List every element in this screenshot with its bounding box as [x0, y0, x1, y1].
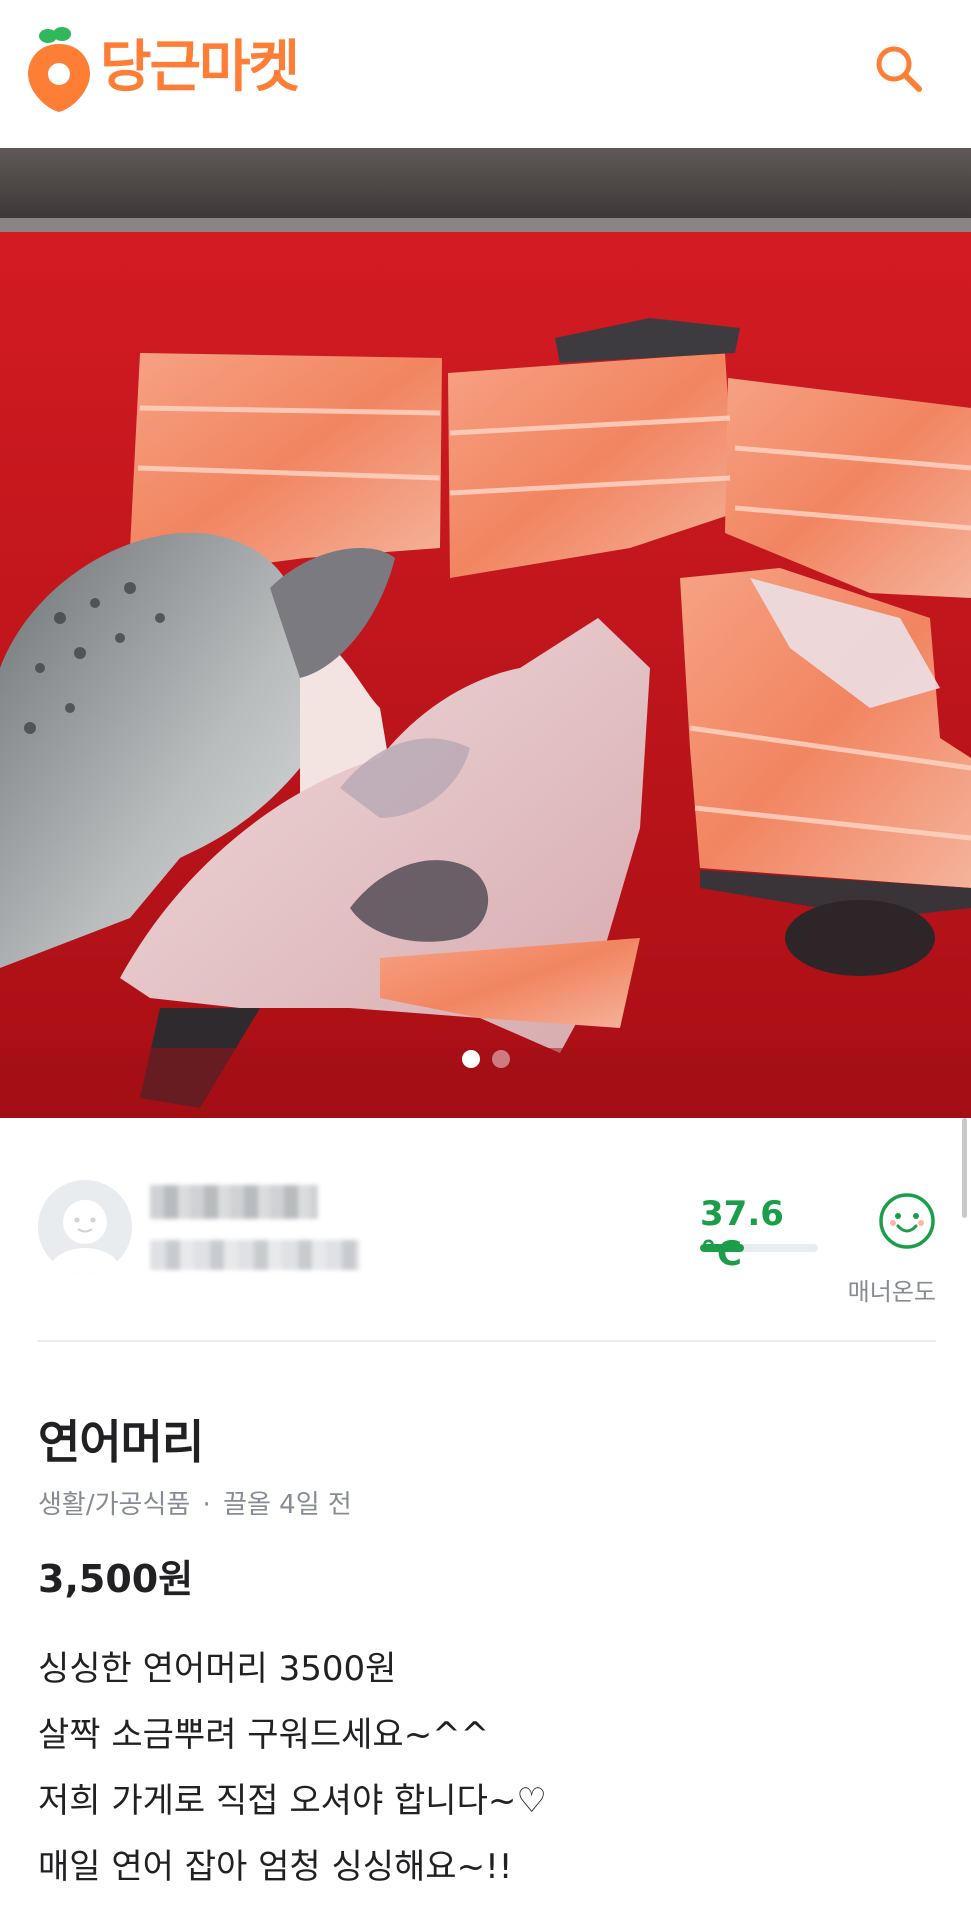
seller-region-blurred	[150, 1240, 360, 1270]
description-line: 매일 연어 잡아 엄청 싱싱해요~!!	[38, 1847, 513, 1887]
article-bumped-time: 끌올 4일 전	[223, 1490, 352, 1520]
brand-logo[interactable]: 당근마켓	[26, 24, 300, 112]
avatar[interactable]	[38, 1180, 132, 1274]
default-profile-icon	[38, 1180, 132, 1274]
manner-temperature-bar	[700, 1244, 818, 1252]
article-description: 싱싱한 연어머리 3500원 살짝 소금뿌려 구워드세요~^^ 저희 가게로 직…	[38, 1636, 936, 1900]
search-icon	[876, 46, 922, 92]
article-category[interactable]: 생활/가공식품	[38, 1490, 190, 1520]
product-photo	[0, 148, 971, 1118]
carousel-dot-1[interactable]	[461, 1050, 480, 1068]
description-line: 저희 가게로 직접 오셔야 합니다~♡	[38, 1781, 547, 1821]
scrollbar[interactable]	[962, 1118, 967, 1218]
article-meta: 생활/가공식품 · 끌올 4일 전	[38, 1484, 352, 1521]
article-title: 연어머리	[38, 1415, 204, 1469]
manner-temperature-fill	[700, 1244, 745, 1252]
manner-temperature-label: 매너온도	[847, 1278, 936, 1306]
carousel-pagination	[0, 1050, 971, 1068]
article-price: 3,500원	[38, 1557, 194, 1601]
carrot-logo-icon	[28, 27, 90, 112]
manner-temperature: 37.6 °C	[700, 1194, 784, 1274]
section-divider	[38, 1340, 936, 1342]
product-photo-carousel[interactable]	[0, 148, 971, 1118]
app-header: 당근마켓	[0, 0, 971, 148]
meta-separator: ·	[202, 1490, 211, 1520]
description-line: 살짝 소금뿌려 구워드세요~^^	[38, 1715, 490, 1755]
description-line: 싱싱한 연어머리 3500원	[38, 1649, 397, 1689]
seller-nickname-blurred	[150, 1185, 318, 1219]
seller-profile[interactable]: 37.6 °C 매너온도	[38, 1180, 936, 1310]
smiley-face-icon	[879, 1193, 935, 1249]
search-button[interactable]	[868, 38, 930, 100]
brand-name: 당근마켓	[100, 35, 300, 100]
carousel-dot-2[interactable]	[491, 1050, 510, 1068]
